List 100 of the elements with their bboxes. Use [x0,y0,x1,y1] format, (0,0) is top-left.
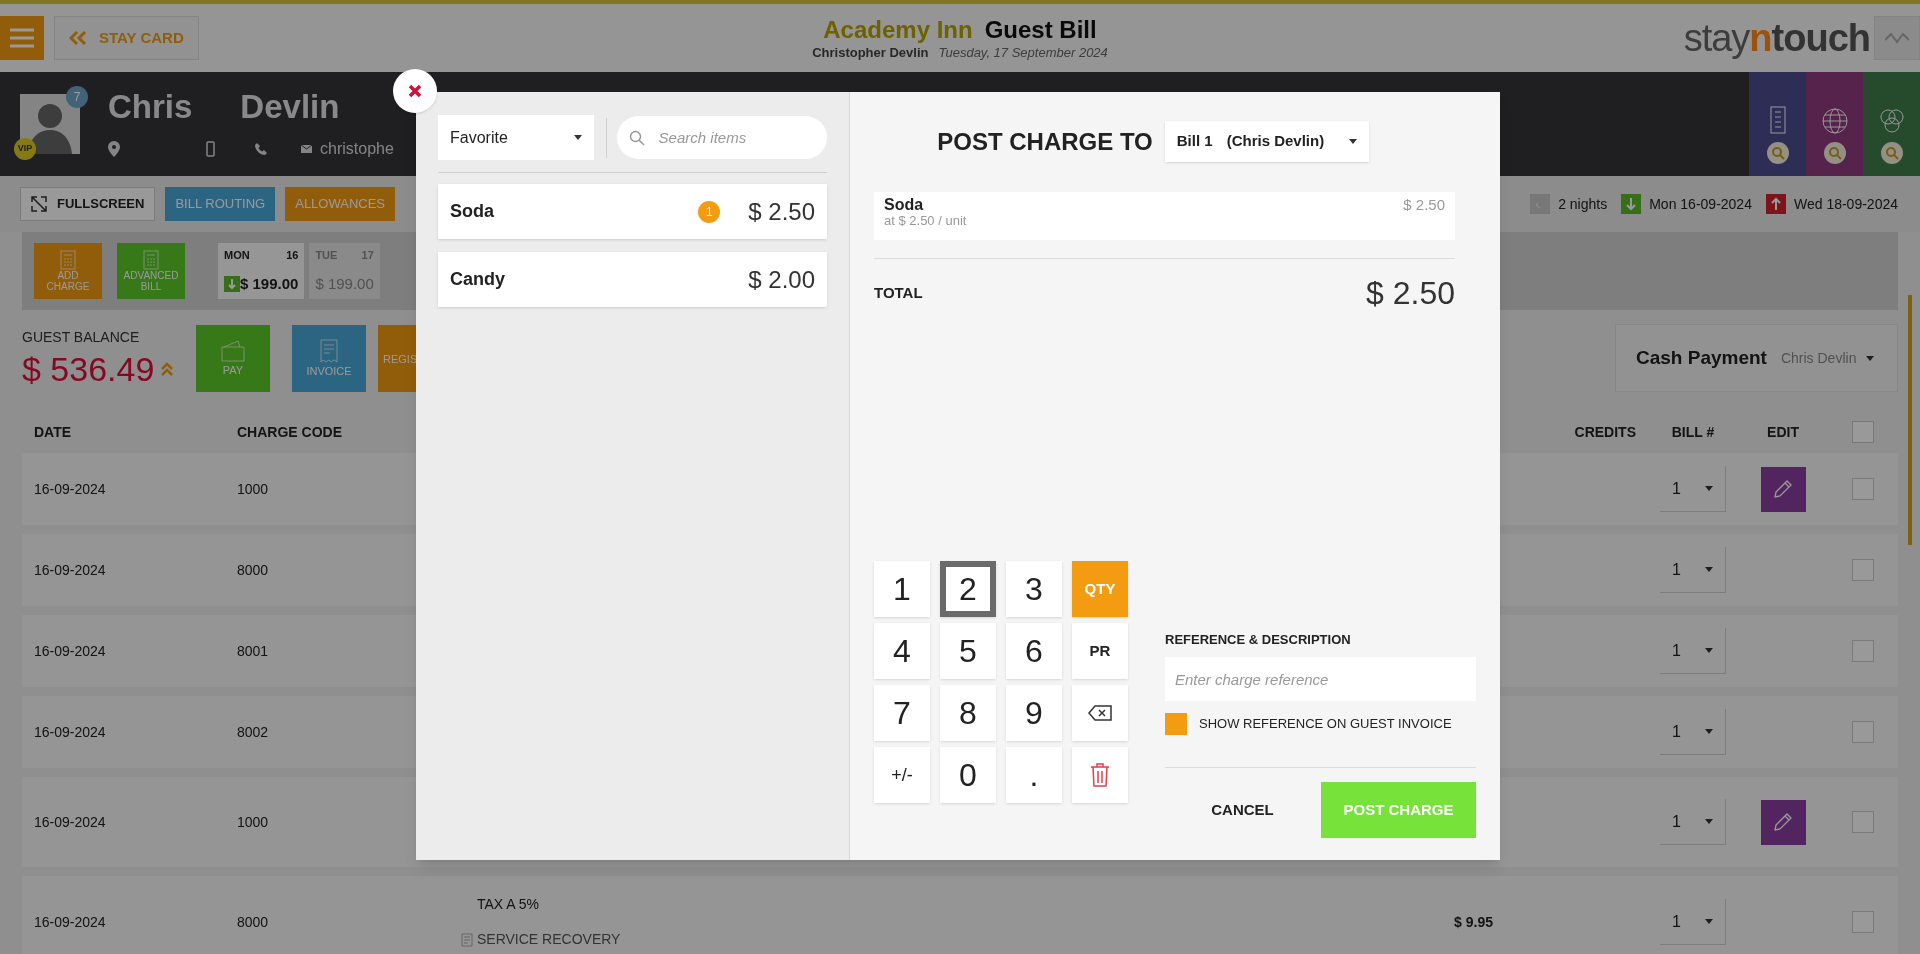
day-name: MON [224,248,250,263]
page-title: Guest Bill [984,15,1097,45]
checkbox[interactable] [1852,559,1874,581]
keypad-key[interactable]: 0 [940,747,996,803]
search-tile[interactable] [1749,72,1806,176]
column-header: CHARGE CODE [237,422,343,442]
table-cell-text: 16-09-2024 [34,641,107,661]
building-icon [1769,106,1786,134]
column-header: BILL # [1671,422,1715,442]
bill-number-dropdown[interactable]: 1 [1660,709,1726,755]
edit-button[interactable] [1760,466,1806,512]
bill-dropdown[interactable]: Bill 1 (Chris Devlin) [1164,121,1369,162]
category-dropdown[interactable]: Favorite [438,115,594,160]
bill-number-dropdown[interactable]: 1 [1660,899,1726,945]
payment-method: Cash Payment [1636,345,1767,370]
fullscreen-button[interactable]: FULLSCREEN [20,187,156,221]
search-tile[interactable] [1806,72,1863,176]
keypad-key[interactable]: 9 [1006,685,1062,741]
departure-date: Wed 18-09-2024 [1793,194,1898,214]
checkbox[interactable] [1852,911,1874,933]
rate-amount: $ 199.00 [240,273,299,294]
globe-icon [1821,108,1848,134]
edit-button[interactable] [1760,799,1806,845]
checkbox[interactable] [1852,478,1874,500]
search-tile[interactable] [1863,72,1920,176]
first-name: Chris [108,87,193,127]
day-name: TUE [315,248,338,263]
pencil-icon [1772,478,1794,500]
keypad-key[interactable]: 7 [874,685,930,741]
item-name: Soda [450,200,494,223]
menu-button[interactable] [0,16,44,60]
table-cell-text: 8000 [237,560,270,580]
total-amount: $ 2.50 [1366,274,1455,313]
keypad-key[interactable]: 6 [1006,623,1062,679]
keypad-key[interactable]: . [1006,747,1062,803]
calculator-icon [143,250,159,270]
table-cell-text: 16-09-2024 [34,560,107,580]
expand-icon [31,196,47,212]
caret-icon [573,135,582,140]
mobile-phone-icon [206,141,215,157]
close-icon [408,84,422,98]
checkbox[interactable] [1852,640,1874,662]
zigzag-icon [1885,32,1909,44]
trash-icon [1090,763,1110,787]
departure-icon [1765,194,1786,214]
keypad-key[interactable]: PR [1072,623,1128,679]
keypad-key[interactable]: 2 [940,561,996,617]
search-icon [628,130,645,146]
count-badge: 1 [698,200,721,223]
notification-badge: 7 [66,86,88,108]
backspace-icon [1088,705,1112,721]
column-header: CREDITS [1574,422,1637,442]
cancel-button[interactable]: CANCEL [1165,782,1320,838]
vip-badge: VIP [14,138,36,160]
item-name: Candy [450,268,505,291]
day-card[interactable]: MON 16 $ 199.00 [218,243,305,299]
keypad-key[interactable]: 3 [1006,561,1062,617]
keypad-key[interactable]: +/- [874,747,930,803]
keypad-key[interactable]: 4 [874,623,930,679]
column-header: DATE [34,422,73,442]
activity-button[interactable] [1874,16,1920,60]
checkbox[interactable] [1852,811,1874,833]
day-number: 17 [361,248,374,263]
select-all-checkbox[interactable] [1852,421,1874,443]
clear-key[interactable] [1072,747,1128,803]
bill-number-dropdown[interactable]: 1 [1660,466,1726,512]
table-cell-text: 8000 [237,912,270,932]
column-header: EDIT [1767,422,1799,442]
reference-field[interactable]: Enter charge reference [1165,657,1476,701]
search-field[interactable]: Search items [616,116,827,159]
charge-description: SERVICE RECOVERY [477,930,621,949]
item-row[interactable]: Candy $ 2.00 [438,252,827,307]
keypad-key[interactable]: 1 [874,561,930,617]
document-icon [461,932,473,947]
day-number: 16 [286,248,299,263]
menu-icon [10,28,34,48]
caret-icon [1705,729,1713,734]
post-charge-heading: POST CHARGE TO [937,126,1153,157]
keypad-key[interactable]: 8 [940,685,996,741]
keypad-key[interactable]: 5 [940,623,996,679]
bill-number-dropdown[interactable]: 1 [1660,799,1726,845]
checkbox[interactable] [1852,721,1874,743]
table-cell-text: 1000 [237,479,270,499]
rate-amount: $ 199.00 [315,273,374,294]
phone-icon [255,143,267,155]
table-cell-text: 16-09-2024 [34,722,107,742]
double-chevron-left-icon [69,31,87,45]
guest-name: Christopher Devlin [812,45,929,61]
item-row[interactable]: Soda 1 $ 2.50 [438,184,827,239]
bill-number-dropdown[interactable]: 1 [1660,628,1726,674]
arrival-icon [1621,194,1642,214]
wallet-icon [220,340,246,362]
table-cell-text: $ 9.95 [1454,912,1493,932]
search-icon [1880,142,1903,164]
caret-icon [1348,139,1357,144]
item-price: $ 2.00 [748,264,815,295]
bill-number-dropdown[interactable]: 1 [1660,547,1726,593]
total-label: TOTAL [874,282,923,303]
backspace-key[interactable] [1072,685,1128,741]
show-reference-checkbox[interactable] [1165,713,1187,735]
